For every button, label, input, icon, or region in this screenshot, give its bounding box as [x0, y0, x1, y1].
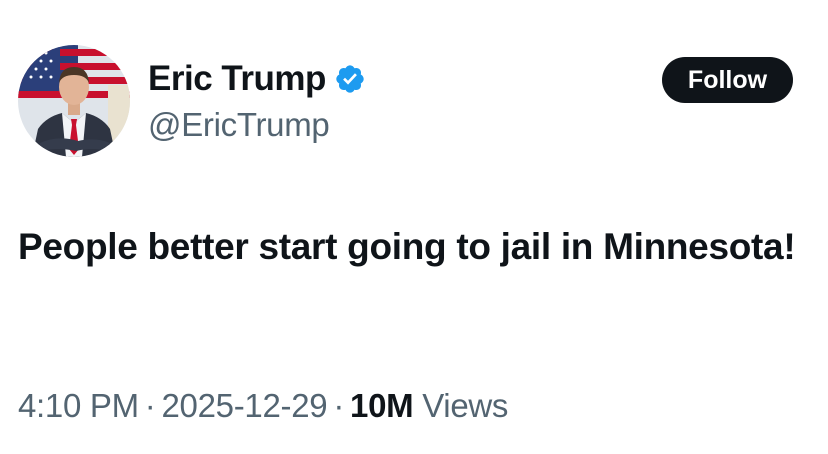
avatar[interactable] [18, 45, 130, 157]
author-block: Eric Trump @EricTrump [148, 58, 366, 144]
tweet-time[interactable]: 4:10 PM [18, 387, 139, 424]
follow-button[interactable]: Follow [662, 57, 793, 103]
meta-separator: · [333, 387, 345, 424]
tweet-meta: 4:10 PM · 2025-12-29 · 10M Views [18, 384, 508, 428]
tweet-text: People better start going to jail in Min… [18, 226, 796, 267]
tweet-card: Eric Trump @EricTrump Follow People bett… [0, 0, 828, 454]
tweet-date[interactable]: 2025-12-29 [162, 387, 328, 424]
verified-badge-icon[interactable] [334, 63, 366, 95]
avatar-image [18, 45, 130, 157]
display-name[interactable]: Eric Trump [148, 58, 326, 100]
views-label: Views [422, 387, 509, 424]
handle[interactable]: @EricTrump [148, 106, 366, 144]
meta-separator: · [144, 387, 156, 424]
views-count[interactable]: 10M [350, 387, 414, 424]
name-row: Eric Trump [148, 58, 366, 100]
